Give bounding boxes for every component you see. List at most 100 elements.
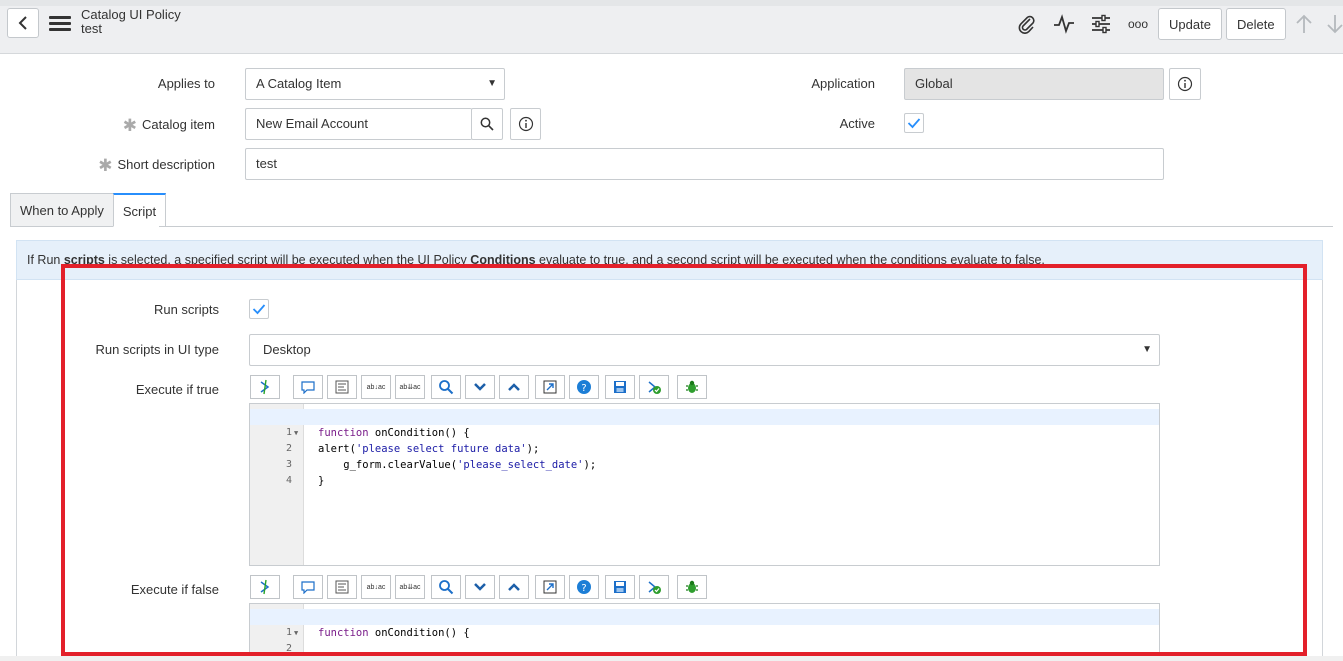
replace-icon[interactable]: ab↓ac — [361, 375, 391, 399]
paperclip-icon[interactable] — [1014, 11, 1040, 37]
script-debug-icon[interactable] — [639, 575, 669, 599]
hamburger-menu-icon[interactable] — [49, 16, 71, 32]
application-field: Global — [904, 68, 1164, 100]
info-text-bold: scripts — [63, 253, 105, 267]
format-code-icon[interactable] — [327, 575, 357, 599]
bug-icon[interactable] — [677, 575, 707, 599]
applies-to-select[interactable]: A Catalog Item ▼ — [245, 68, 505, 100]
code-line: 1 ▼ function onCondition() { — [250, 609, 1159, 639]
code-line: 3} — [250, 641, 1159, 661]
chevron-down-icon[interactable] — [465, 575, 495, 599]
catalog-item-input[interactable]: New Email Account — [245, 108, 472, 140]
format-code-icon[interactable] — [327, 375, 357, 399]
script-debug-icon[interactable] — [639, 375, 669, 399]
mandatory-asterisk-icon: ✱ — [122, 116, 138, 135]
code-line: 4} — [250, 457, 1159, 487]
short-description-label-text: Short description — [117, 157, 215, 172]
svg-text:?: ? — [581, 583, 586, 594]
application-info-button[interactable] — [1169, 68, 1201, 100]
run-scripts-checkbox[interactable] — [249, 299, 269, 319]
code-plain: } — [318, 475, 325, 487]
svg-text:?: ? — [581, 383, 586, 394]
chevron-left-icon — [18, 16, 27, 30]
code-line: 1 ▼ function onCondition() { — [250, 409, 1159, 439]
code-line: 2 alert('please select future data'); — [250, 425, 1159, 455]
horizontal-scrollbar[interactable] — [0, 656, 1343, 661]
activity-pulse-icon[interactable] — [1051, 11, 1077, 37]
tab-script[interactable]: Script — [112, 193, 167, 227]
catalog-item-value: New Email Account — [256, 116, 368, 131]
line-number: 4 — [285, 475, 292, 486]
delete-button[interactable]: Delete — [1226, 8, 1286, 40]
applies-to-value: A Catalog Item — [256, 76, 342, 91]
save-icon[interactable] — [605, 375, 635, 399]
search-icon — [480, 117, 494, 131]
short-description-label: ✱ Short description — [60, 156, 215, 176]
chevron-up-icon[interactable] — [499, 375, 529, 399]
help-icon[interactable]: ? — [569, 375, 599, 399]
save-icon[interactable] — [605, 575, 635, 599]
execute-if-false-label: Execute if false — [130, 582, 219, 597]
chevron-down-icon[interactable] — [465, 375, 495, 399]
bug-icon[interactable] — [677, 375, 707, 399]
short-description-input[interactable]: test — [245, 148, 1164, 180]
code-editor-false[interactable]: 1▼function onCondition() { 2 3} — [249, 603, 1160, 661]
code-editor-true[interactable]: 1 ▼ function onCondition() { 2 alert('pleas… — [249, 403, 1160, 566]
code-line: 3 g_form.clearValue('please_select_date'… — [250, 441, 1159, 471]
dropdown-arrow-icon: ▼ — [1142, 344, 1152, 355]
info-icon — [518, 116, 533, 132]
comment-icon[interactable] — [293, 575, 323, 599]
tab-when-to-apply[interactable]: When to Apply — [10, 193, 114, 227]
ui-type-label: Run scripts in UI type — [95, 342, 219, 357]
page-title: Catalog UI Policy — [81, 7, 181, 22]
settings-sliders-icon[interactable] — [1088, 11, 1114, 37]
info-message: If Run scripts is selected, a specified … — [16, 240, 1323, 280]
catalog-item-label: ✱ Catalog item — [80, 116, 215, 136]
back-button[interactable] — [7, 8, 39, 38]
checkmark-icon — [907, 118, 921, 129]
code-text: } — [318, 473, 324, 489]
info-icon — [1177, 76, 1193, 92]
checkmark-icon — [252, 304, 266, 315]
code-line: 2 — [250, 625, 1159, 654]
form-header: Catalog UI Policy test ooo Update Delete — [0, 0, 1343, 54]
application-label: Application — [811, 76, 875, 91]
more-options-icon[interactable]: ooo — [1125, 11, 1151, 37]
replace-all-icon[interactable]: ab⇊ac — [395, 375, 425, 399]
comment-icon[interactable] — [293, 375, 323, 399]
arrow-up-icon[interactable] — [1291, 11, 1317, 37]
dropdown-arrow-icon: ▼ — [487, 78, 497, 89]
run-scripts-label: Run scripts — [153, 302, 219, 317]
info-text-part: evaluate to true, and a second script wi… — [535, 253, 1045, 267]
toggle-syntax-icon[interactable] — [250, 575, 280, 599]
ui-type-value: Desktop — [263, 342, 311, 357]
replace-all-icon[interactable]: ab⇊ac — [395, 575, 425, 599]
catalog-item-info-button[interactable] — [510, 108, 541, 140]
fullscreen-icon[interactable] — [535, 575, 565, 599]
page-subtitle: test — [81, 21, 102, 36]
applies-to-label: Applies to — [157, 76, 215, 91]
short-description-value: test — [256, 156, 277, 171]
execute-if-true-label: Execute if true — [135, 382, 219, 397]
info-text-bold: Conditions — [470, 253, 536, 267]
ui-type-select[interactable]: Desktop ▼ — [249, 334, 1160, 366]
search-icon[interactable] — [431, 575, 461, 599]
info-text-part: is selected, a specified script will be … — [104, 253, 471, 267]
tab-divider — [159, 226, 1333, 227]
help-icon[interactable]: ? — [569, 575, 599, 599]
application-value: Global — [915, 76, 953, 91]
update-button[interactable]: Update — [1158, 8, 1222, 40]
search-icon[interactable] — [431, 375, 461, 399]
chevron-up-icon[interactable] — [499, 575, 529, 599]
mandatory-asterisk-icon: ✱ — [98, 156, 113, 175]
replace-icon[interactable]: ab↓ac — [361, 575, 391, 599]
catalog-item-label-text: Catalog item — [142, 117, 215, 132]
toggle-syntax-icon[interactable] — [250, 375, 280, 399]
active-label: Active — [839, 116, 875, 131]
info-text-part: If Run — [27, 253, 64, 267]
arrow-down-icon[interactable] — [1322, 11, 1343, 37]
section-tabs: When to Apply Script — [10, 193, 167, 227]
catalog-item-lookup-button[interactable] — [471, 108, 503, 140]
fullscreen-icon[interactable] — [535, 375, 565, 399]
active-checkbox[interactable] — [904, 113, 924, 133]
